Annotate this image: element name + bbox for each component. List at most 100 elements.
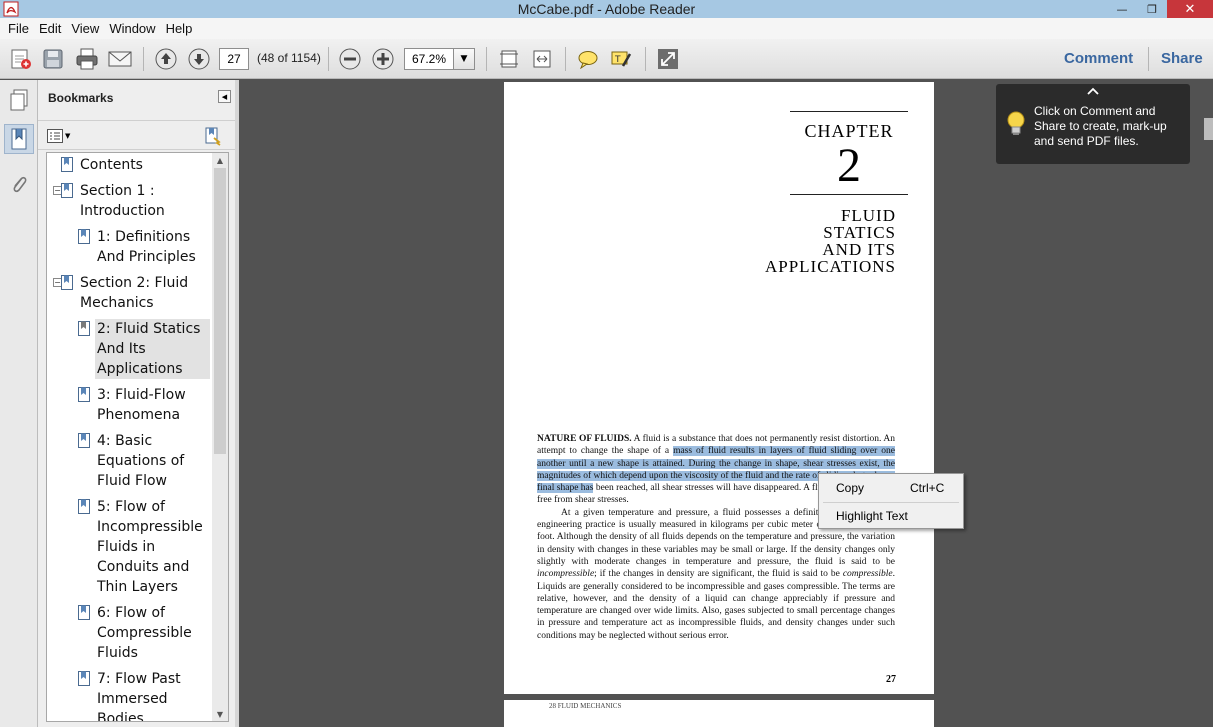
bookmarks-panel: Bookmarks ◀ ▼ Contents − Section 1 : Introd… xyxy=(38,80,235,727)
chevron-down-icon: ▼ xyxy=(460,54,468,64)
bookmark-icon xyxy=(78,605,90,620)
highlight-text-button[interactable]: T xyxy=(608,46,634,72)
arrow-up-icon xyxy=(155,48,177,70)
chevron-up-icon[interactable] xyxy=(1086,86,1100,96)
page-count-label: (48 of 1154) xyxy=(257,51,321,65)
fit-width-icon xyxy=(533,50,551,68)
triangle-left-icon: ◀ xyxy=(221,92,228,101)
bookmark-icon xyxy=(11,128,27,150)
bookmark-item[interactable]: 7: Flow Past Immersed Bodies xyxy=(97,669,181,721)
adobe-reader-icon xyxy=(3,1,19,17)
bookmark-item[interactable]: 1: Definitions And Principles xyxy=(97,227,196,267)
menu-file[interactable]: File xyxy=(3,21,34,36)
bookmark-item[interactable]: 2: Fluid Statics And Its Applications xyxy=(97,319,200,379)
next-page-button[interactable] xyxy=(186,46,212,72)
fit-width-button[interactable] xyxy=(529,46,555,72)
comment-pane-link[interactable]: Comment xyxy=(1064,50,1133,67)
bookmark-icon xyxy=(78,499,90,514)
pdf-page: CHAPTER 2 FLUID STATICS AND ITS APPLICAT… xyxy=(504,82,934,694)
menu-window[interactable]: Window xyxy=(104,21,160,36)
bookmark-item[interactable]: 4: Basic Equations of Fluid Flow xyxy=(97,431,184,491)
chapter-title: FLUID STATICS AND ITS APPLICATIONS xyxy=(764,206,896,276)
dropdown-arrow-icon: ▼ xyxy=(65,132,71,140)
attachments-button[interactable] xyxy=(4,170,34,200)
bookmark-item[interactable]: Contents xyxy=(80,155,143,175)
print-icon xyxy=(76,48,98,70)
copy-menu-item[interactable]: Copy Ctrl+C xyxy=(819,476,963,500)
speech-bubble-icon xyxy=(578,51,598,69)
comment-share-tip: Click on Comment and Share to create, ma… xyxy=(996,84,1190,164)
expand-bookmark-button[interactable] xyxy=(204,126,224,146)
full-screen-button[interactable] xyxy=(655,46,681,72)
previous-page-button[interactable] xyxy=(153,46,179,72)
toolbar: 27 (48 of 1154) 67.2% ▼ T Comment Share xyxy=(0,39,1213,79)
share-pane-link[interactable]: Share xyxy=(1161,50,1203,67)
zoom-level-input[interactable]: 67.2% xyxy=(404,48,454,70)
scroll-down-icon[interactable]: ▼ xyxy=(212,707,228,721)
save-button[interactable] xyxy=(40,46,66,72)
bookmarks-button[interactable] xyxy=(4,124,34,154)
bookmark-icon xyxy=(61,157,73,172)
lightbulb-icon xyxy=(1007,111,1025,135)
bookmark-icon xyxy=(78,671,90,686)
bookmarks-header: Bookmarks xyxy=(48,91,114,105)
title-bar: McCabe.pdf - Adobe Reader — ❐ ✕ xyxy=(0,0,1213,18)
restore-button[interactable]: ❐ xyxy=(1137,0,1167,18)
document-scrollbar-thumb[interactable] xyxy=(1204,118,1213,140)
options-list-icon xyxy=(47,129,63,143)
page-number-input[interactable]: 27 xyxy=(219,48,249,70)
copy-shortcut: Ctrl+C xyxy=(910,481,945,495)
create-pdf-button[interactable] xyxy=(8,46,34,72)
zoom-out-button[interactable] xyxy=(337,46,363,72)
save-icon xyxy=(43,49,63,69)
bookmark-find-icon xyxy=(205,127,221,146)
bookmark-item[interactable]: 3: Fluid-Flow Phenomena xyxy=(97,385,186,425)
bookmark-item[interactable]: 5: Flow of Incompressible Fluids in Conduit… xyxy=(97,497,203,597)
menu-help[interactable]: Help xyxy=(161,21,198,36)
zoom-in-button[interactable] xyxy=(370,46,396,72)
scrollbar-thumb[interactable] xyxy=(214,168,226,454)
menu-view[interactable]: View xyxy=(66,21,104,36)
tip-text: Click on Comment and Share to create, ma… xyxy=(1034,104,1167,148)
body-text[interactable]: NATURE OF FLUIDS. A fluid is a substance… xyxy=(537,433,895,642)
bookmark-icon xyxy=(61,183,73,198)
email-button[interactable] xyxy=(106,46,134,72)
context-menu: Copy Ctrl+C Highlight Text xyxy=(818,473,964,529)
sticky-note-button[interactable] xyxy=(575,46,601,72)
menu-edit[interactable]: Edit xyxy=(34,21,66,36)
options-menu-button[interactable]: ▼ xyxy=(47,127,75,145)
minus-circle-icon xyxy=(339,48,361,70)
highlight-text-menu-item[interactable]: Highlight Text xyxy=(819,504,963,528)
minimize-button[interactable]: — xyxy=(1107,0,1137,18)
bookmark-icon xyxy=(61,275,73,290)
collapse-panel-button[interactable]: ◀ xyxy=(218,90,231,103)
chapter-number: 2 xyxy=(837,139,861,192)
zoom-dropdown-button[interactable]: ▼ xyxy=(453,48,475,70)
envelope-icon xyxy=(108,51,132,67)
expand-icon xyxy=(658,49,678,69)
fit-page-button[interactable] xyxy=(496,46,522,72)
bookmarks-tree: Contents − Section 1 : Introduction 1: Defin… xyxy=(46,152,220,722)
close-button[interactable]: ✕ xyxy=(1167,0,1213,18)
window-title: McCabe.pdf - Adobe Reader xyxy=(517,1,696,17)
bookmark-item[interactable]: 6: Flow of Compressible Fluids xyxy=(97,603,192,663)
chapter-heading: CHAPTER 2 xyxy=(790,111,908,195)
pages-icon xyxy=(10,89,28,111)
plus-circle-icon xyxy=(372,48,394,70)
bookmarks-scrollbar[interactable]: ▲ ▼ xyxy=(212,152,229,722)
page-footer-number: 27 xyxy=(886,674,896,685)
scroll-up-icon[interactable]: ▲ xyxy=(212,153,228,167)
navigation-pane-strip xyxy=(0,80,38,727)
create-pdf-icon xyxy=(11,49,31,69)
document-view: CHAPTER 2 FLUID STATICS AND ITS APPLICAT… xyxy=(239,80,1213,727)
print-button[interactable] xyxy=(73,46,101,72)
window-controls: — ❐ ✕ xyxy=(1107,0,1213,18)
bookmark-item[interactable]: Section 2: Fluid Mechanics xyxy=(80,273,188,313)
bookmark-icon xyxy=(78,387,90,402)
paperclip-icon xyxy=(13,176,27,193)
menu-bar: File Edit View Window Help xyxy=(0,18,1213,39)
bookmark-item[interactable]: Section 1 : Introduction xyxy=(80,181,165,221)
svg-text:T: T xyxy=(614,55,621,65)
bookmark-icon xyxy=(78,433,90,448)
page-thumbnails-button[interactable] xyxy=(4,85,34,115)
